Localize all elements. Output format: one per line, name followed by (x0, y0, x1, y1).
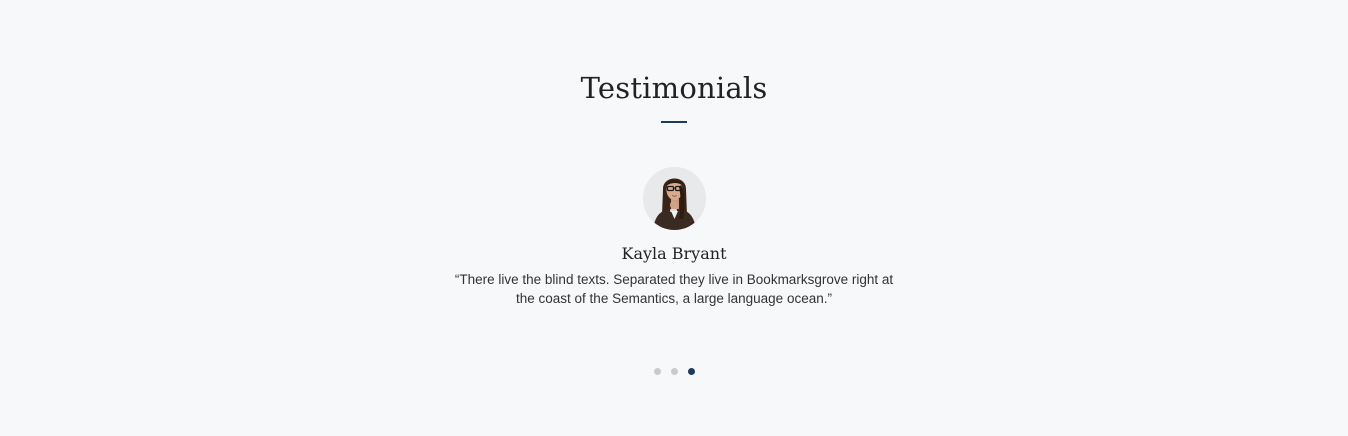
section-title: Testimonials (580, 71, 768, 105)
carousel-pagination (0, 368, 1348, 375)
carousel-dot-3[interactable] (687, 368, 695, 375)
testimonial-name: Kayla Bryant (621, 244, 727, 263)
title-divider (661, 121, 687, 123)
woman-portrait-icon (643, 167, 706, 230)
testimonial-quote: “There live the blind texts. Separated t… (454, 272, 894, 306)
avatar (643, 167, 706, 230)
carousel-dot-2[interactable] (670, 368, 678, 375)
testimonials-section: Testimonials Kayla Bryant “There live th… (0, 0, 1348, 436)
carousel-dot-1[interactable] (653, 368, 661, 375)
